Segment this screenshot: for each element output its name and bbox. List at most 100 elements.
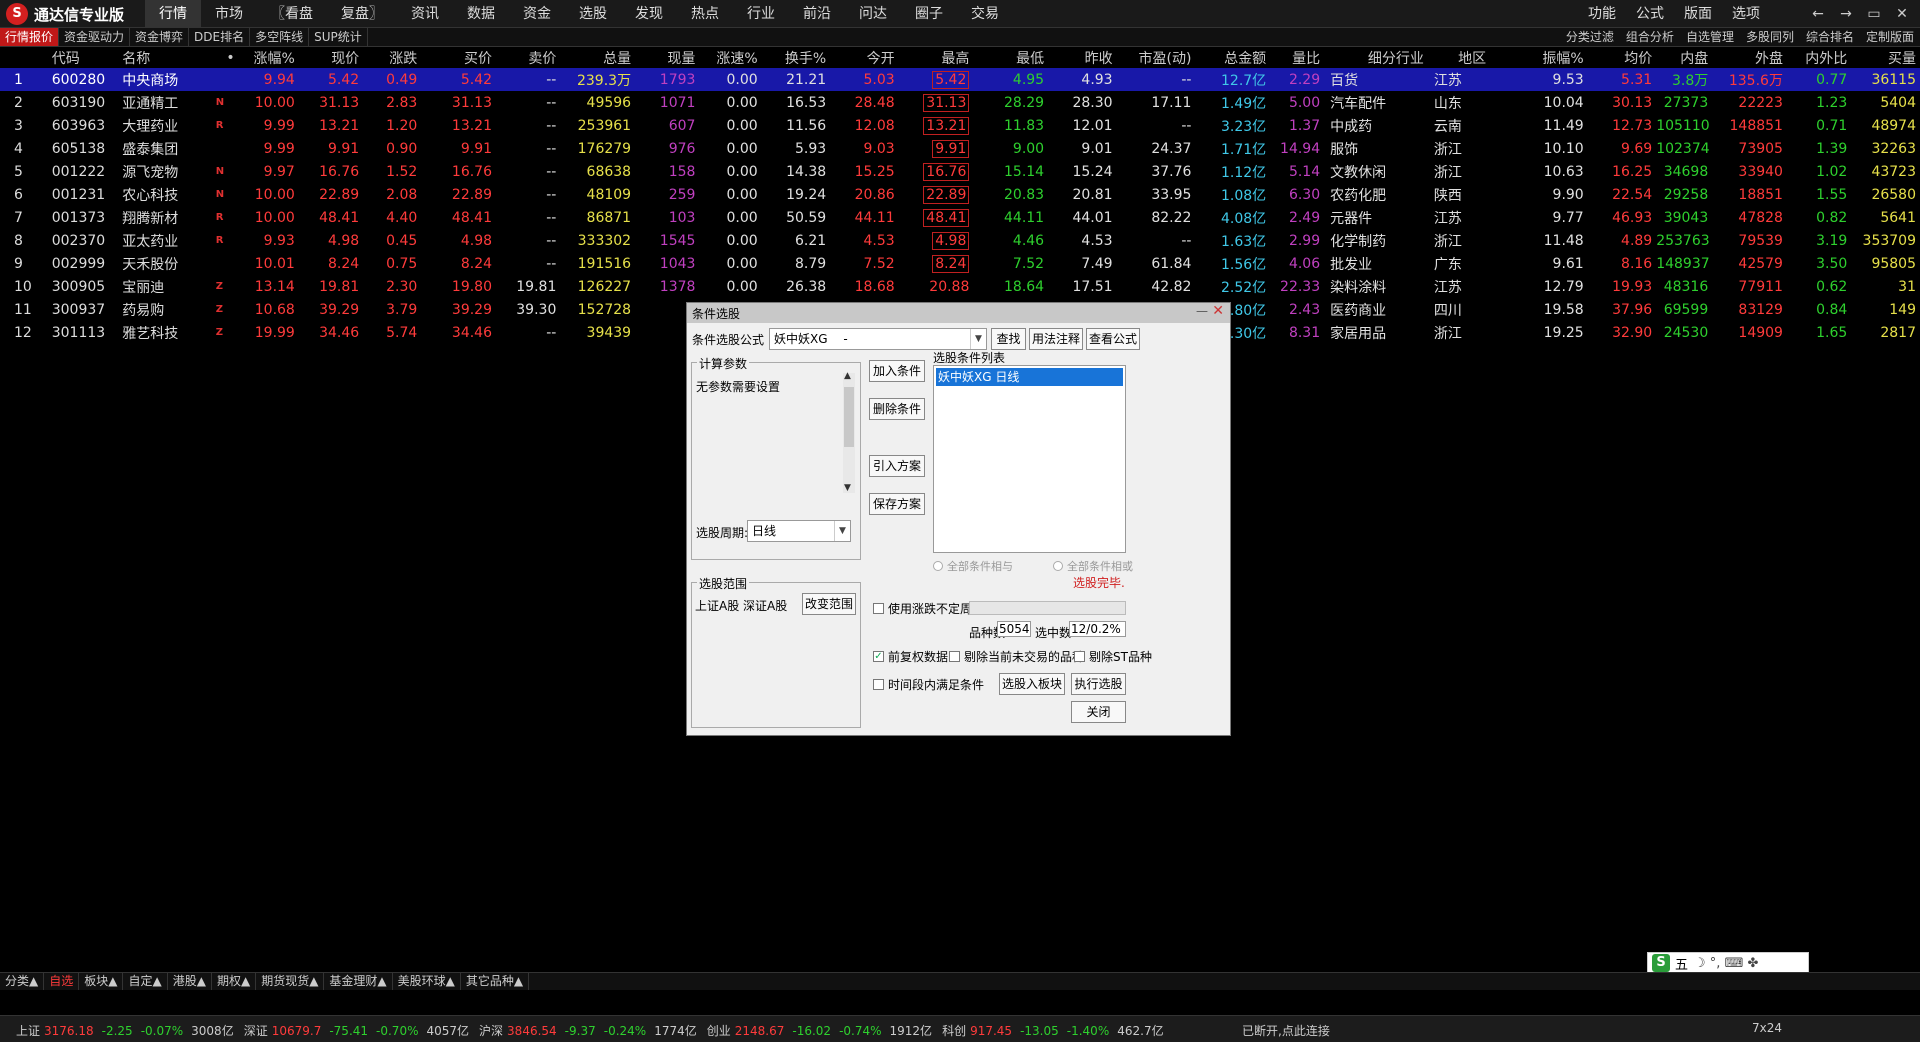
view-formula-button[interactable]: 查看公式: [1086, 328, 1140, 350]
table-row[interactable]: 6 001231 农心科技 N 10.00 22.89 2.08 22.89 -- 48109 25…: [0, 183, 1920, 206]
close-button[interactable]: 关闭: [1071, 701, 1126, 723]
column-header[interactable]: 振幅%: [1490, 47, 1588, 68]
column-header[interactable]: 卖价: [496, 47, 560, 68]
table-row[interactable]: 1 600280 中央商场 9.94 5.42 0.49 5.42 -- 239.3万 1793 0…: [0, 68, 1920, 91]
add-condition-button[interactable]: 加入条件: [869, 360, 925, 382]
table-row[interactable]: 7 001373 翔腾新材 R 10.00 48.41 4.40 48.41 -- 86871 10…: [0, 206, 1920, 229]
column-header[interactable]: 地区: [1428, 47, 1490, 68]
column-header[interactable]: 名称: [118, 47, 211, 68]
btab-funds[interactable]: 基金理财▲: [324, 973, 393, 990]
menu-layout[interactable]: 版面: [1674, 0, 1722, 28]
tab-long-short[interactable]: 多空阵线: [250, 28, 310, 46]
tab-dde-rank[interactable]: DDE排名: [189, 28, 251, 46]
menu-market[interactable]: 市场: [201, 0, 257, 28]
column-header[interactable]: •: [212, 47, 239, 68]
close-icon[interactable]: ✕: [1212, 303, 1224, 319]
column-header[interactable]: 买价: [421, 47, 496, 68]
column-header[interactable]: 总金额: [1195, 47, 1270, 68]
column-header[interactable]: 代码: [48, 47, 119, 68]
ime-toolbar[interactable]: S 五 ☽ °, ⌨ ✤: [1647, 952, 1809, 974]
usage-notes-button[interactable]: 用法注释: [1029, 328, 1083, 350]
column-header[interactable]: 细分行业: [1324, 47, 1428, 68]
restore-icon[interactable]: ▭: [1860, 0, 1888, 28]
delete-condition-button[interactable]: 删除条件: [869, 398, 925, 420]
table-row[interactable]: 5 001222 源飞宠物 N 9.97 16.76 1.52 16.76 -- 68638 158…: [0, 160, 1920, 183]
tab-multi-stock[interactable]: 多股同列: [1740, 28, 1800, 46]
column-header[interactable]: 最高: [899, 47, 974, 68]
ime-tools-icon[interactable]: ☽ °, ⌨ ✤: [1694, 956, 1758, 971]
column-header[interactable]: 最低: [973, 47, 1048, 68]
condition-list[interactable]: 妖中妖XG 日线: [933, 365, 1126, 553]
dialog-titlebar[interactable]: 条件选股 — ✕: [687, 303, 1230, 323]
column-header[interactable]: 涨跌: [363, 47, 421, 68]
table-row[interactable]: 10 300905 宝丽迪 Z 13.14 19.81 2.30 19.80 19.81 1262…: [0, 275, 1920, 298]
table-row[interactable]: 3 603963 大理药业 R 9.99 13.21 1.20 13.21 -- 253961 60…: [0, 114, 1920, 137]
btab-futures[interactable]: 期货现货▲: [256, 973, 325, 990]
column-header[interactable]: 昨收: [1048, 47, 1116, 68]
tab-composite-rank[interactable]: 综合排名: [1800, 28, 1860, 46]
btab-sector[interactable]: 板块▲: [79, 973, 124, 990]
menu-news[interactable]: 资讯: [397, 0, 453, 28]
params-scrollbar[interactable]: ▲ ▼: [843, 371, 855, 493]
table-row[interactable]: 2 603190 亚通精工 N 10.00 31.13 2.83 31.13 -- 49596 10…: [0, 91, 1920, 114]
column-header[interactable]: 涨速%: [699, 47, 761, 68]
menu-circle[interactable]: 圈子: [901, 0, 957, 28]
ime-mode[interactable]: 五: [1675, 954, 1688, 973]
menu-options[interactable]: 选项: [1722, 0, 1770, 28]
menu-data[interactable]: 数据: [453, 0, 509, 28]
tab-watchlist-manage[interactable]: 自选管理: [1680, 28, 1740, 46]
scroll-up-icon[interactable]: ▲: [844, 371, 851, 381]
column-header[interactable]: 现量: [635, 47, 699, 68]
column-header[interactable]: 今开: [830, 47, 898, 68]
menu-formula[interactable]: 公式: [1626, 0, 1674, 28]
forward-icon[interactable]: →: [1832, 0, 1860, 28]
period-select[interactable]: 日线 ▼: [747, 520, 851, 542]
close-icon[interactable]: ✕: [1888, 0, 1916, 28]
save-plan-button[interactable]: 保存方案: [869, 493, 925, 515]
add-to-block-button[interactable]: 选股入板块: [999, 673, 1065, 695]
scroll-down-icon[interactable]: ▼: [844, 483, 851, 493]
btab-others[interactable]: 其它品种▲: [461, 973, 530, 990]
menu-frontier[interactable]: 前沿: [789, 0, 845, 28]
menu-funds[interactable]: 资金: [509, 0, 565, 28]
time-mode[interactable]: 7x24: [1752, 1021, 1782, 1035]
chevron-down-icon[interactable]: ▼: [834, 521, 850, 541]
condition-list-item[interactable]: 妖中妖XG 日线: [936, 368, 1123, 386]
exclude-st-checkbox[interactable]: 剔除ST品种: [1074, 648, 1152, 665]
table-row[interactable]: 9 002999 天禾股份 10.01 8.24 0.75 8.24 -- 191516 1043…: [0, 252, 1920, 275]
tab-sup-stats[interactable]: SUP统计: [309, 28, 368, 46]
column-header[interactable]: 总量: [560, 47, 635, 68]
find-button[interactable]: 查找: [991, 328, 1026, 350]
column-header[interactable]: 换手%: [762, 47, 830, 68]
btab-category[interactable]: 分类▲: [0, 973, 45, 990]
tab-capital-game[interactable]: 资金博弈: [130, 28, 190, 46]
btab-options[interactable]: 期权▲: [212, 973, 257, 990]
back-icon[interactable]: ←: [1804, 0, 1832, 28]
tab-portfolio-analysis[interactable]: 组合分析: [1620, 28, 1680, 46]
minimize-icon[interactable]: —: [1196, 304, 1208, 318]
change-scope-button[interactable]: 改变范围: [802, 593, 856, 615]
exclude-untraded-checkbox[interactable]: 剔除当前未交易的品种: [949, 648, 1084, 665]
column-header[interactable]: 内外比: [1787, 47, 1851, 68]
tab-category-filter[interactable]: 分类过滤: [1560, 28, 1620, 46]
column-header[interactable]: 量比: [1270, 47, 1324, 68]
prefq-checkbox[interactable]: ✓ 前复权数据: [873, 648, 948, 665]
btab-us-global[interactable]: 美股环球▲: [393, 973, 461, 990]
index-ticker[interactable]: 上证 3176.18 -2.25 -0.07% 3008亿 深证 10679.7 -75.41…: [6, 1022, 1164, 1039]
btab-hk[interactable]: 港股▲: [168, 973, 212, 990]
tab-quotes[interactable]: 行情报价: [0, 28, 60, 46]
menu-trade[interactable]: 交易: [957, 0, 1013, 28]
column-header[interactable]: 市盈(动): [1117, 47, 1196, 68]
menu-industry[interactable]: 行业: [733, 0, 789, 28]
uncertain-period-checkbox[interactable]: 使用涨跌不定周期: [873, 600, 984, 617]
chevron-down-icon[interactable]: ▼: [970, 329, 986, 349]
radio-all-or[interactable]: 全部条件相或: [1053, 558, 1133, 574]
menu-quotes[interactable]: 行情: [145, 0, 201, 28]
menu-hotspot[interactable]: 热点: [677, 0, 733, 28]
column-header[interactable]: 内盘: [1656, 47, 1712, 68]
menu-function[interactable]: 功能: [1578, 0, 1626, 28]
column-header[interactable]: 现价: [299, 47, 363, 68]
time-range-checkbox[interactable]: 时间段内满足条件: [873, 676, 984, 693]
menu-stock-pick[interactable]: 选股: [565, 0, 621, 28]
column-header[interactable]: [0, 47, 48, 68]
